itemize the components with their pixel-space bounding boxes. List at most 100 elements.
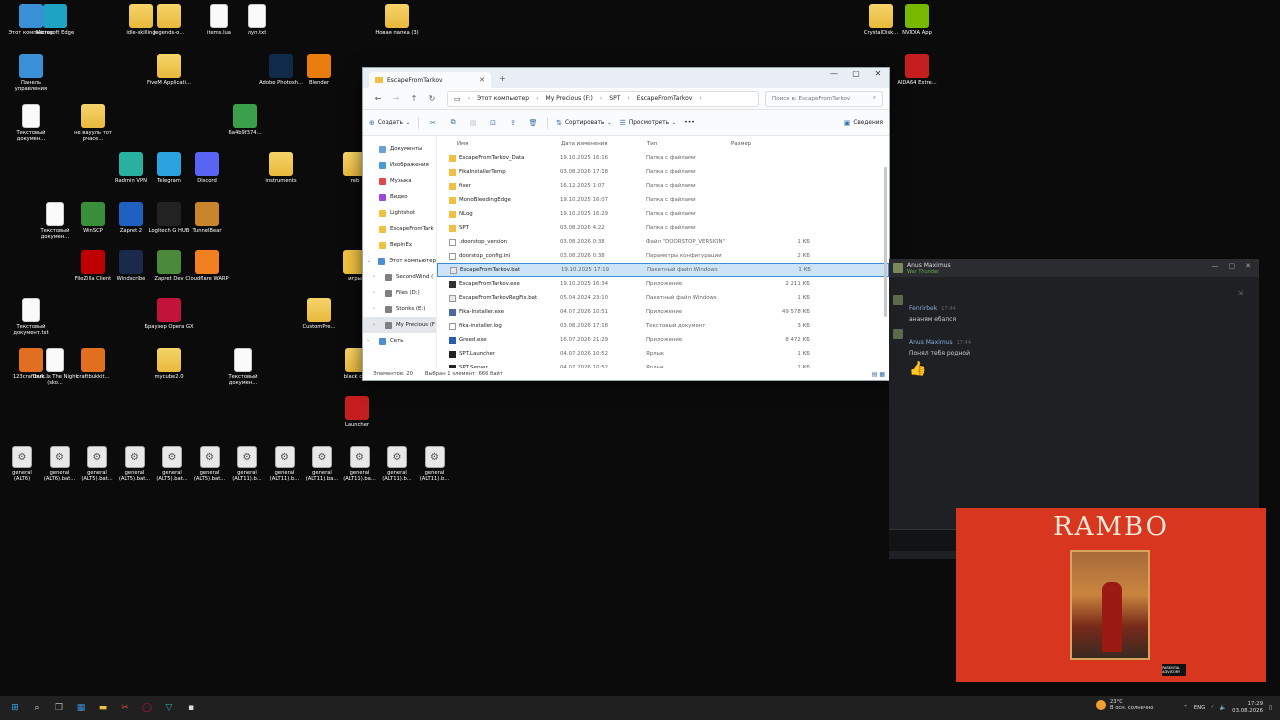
desktop-icon[interactable]: ⚙ general (ALT11).b... [379, 446, 415, 483]
desktop-icon[interactable]: 6a4b9f374... [218, 104, 272, 136]
snipping-icon[interactable]: ✂ [114, 698, 136, 718]
file-row[interactable]: FikaInstallerTemp 03.08.2026 17:18 Папка с… [437, 165, 889, 179]
share-icon[interactable]: ⇪ [507, 119, 519, 127]
column-name[interactable]: Имя [457, 141, 561, 147]
create-button[interactable]: ⊕ Создать ⌄ [369, 119, 410, 127]
desktop-icon[interactable]: CustomPre... [292, 298, 346, 330]
spt-icon[interactable]: ▪ [180, 698, 202, 718]
message-author[interactable]: Fenrirbek [909, 305, 937, 312]
sidebar-item[interactable]: Изображения [363, 157, 436, 173]
desktop-icon[interactable]: Cloudflare WARP [180, 250, 234, 282]
rename-icon[interactable]: ⊡ [487, 119, 499, 127]
desktop-icon[interactable]: Браузер Opera GX [142, 298, 196, 330]
desktop-icon[interactable]: NVIDIA App [890, 4, 944, 36]
breadcrumb-item[interactable]: EscapeFromTarkov [637, 95, 693, 102]
file-row[interactable]: NLog 19.10.2025 16:29 Папка с файлами [437, 207, 889, 221]
minimize-button[interactable]: — [823, 68, 845, 82]
explorer-tab[interactable]: EscapeFromTarkov ✕ [369, 72, 491, 88]
forward-icon[interactable]: → [387, 94, 405, 103]
desktop-icon[interactable]: ⚙ general (ALT5).bat... [79, 446, 115, 483]
file-row[interactable]: MonoBleedingEdge 19.10.2025 16:07 Папка с … [437, 193, 889, 207]
desktop-icon[interactable]: FiveM Applicati... [142, 54, 196, 86]
column-size[interactable]: Размер [731, 141, 811, 147]
desktop-icon[interactable]: Текстовый докумен... [4, 104, 58, 143]
taskview-icon[interactable]: ❐ [48, 698, 70, 718]
desktop-icon[interactable]: mycube2.0 [142, 348, 196, 380]
language-indicator[interactable]: ENG [1194, 705, 1206, 711]
desktop-icon[interactable]: ⚙ general (ALT11).b... [267, 446, 303, 483]
desktop-icon[interactable]: craftbukkit... [66, 348, 120, 380]
sidebar-item[interactable]: BepInEx [363, 237, 436, 253]
minimize-button[interactable]: — [1212, 262, 1219, 270]
desktop-icon[interactable]: Панель управления [4, 54, 58, 93]
desktop-icon[interactable]: ⚙ general (ALT11).ba... [342, 446, 378, 483]
file-row[interactable]: Greed.exe 16.07.2026 21:29 Приложение 8 472… [437, 333, 889, 347]
opera-icon[interactable]: ◯ [136, 698, 158, 718]
widgets-icon[interactable]: ▦ [70, 698, 92, 718]
desktop-icon[interactable]: instruments [254, 152, 308, 184]
sidebar-item[interactable]: EscapeFromTark [363, 221, 436, 237]
column-type[interactable]: Тип [647, 141, 731, 147]
desktop-icon[interactable]: Launcher [330, 396, 384, 428]
start-icon[interactable]: ⊞ [4, 698, 26, 718]
up-icon[interactable]: ↑ [405, 94, 423, 103]
chevron-icon[interactable]: › [373, 306, 381, 312]
address-bar[interactable]: ▭ › Этот компьютер › My Precious (F:) › … [447, 90, 759, 107]
details-view-icon[interactable]: ▤ ▦ [872, 371, 885, 378]
paste-icon[interactable]: ▤ [467, 119, 479, 127]
weather-widget[interactable]: 23°C В осн. солнечно [1096, 699, 1153, 711]
close-button[interactable]: ✕ [867, 68, 889, 82]
file-row[interactable]: EscapeFromTarkov.exe 19.10.2025 16:34 Прил… [437, 277, 889, 291]
file-row[interactable]: EscapeFromTarkovRegFix.bat 05.04.2024 23:… [437, 291, 889, 305]
sidebar-item[interactable]: Музыка [363, 173, 436, 189]
volume-icon[interactable]: 🔈 [1219, 705, 1226, 711]
scrollbar[interactable] [884, 167, 887, 317]
desktop-icon[interactable]: ⚙ general (ALT11).ba... [304, 446, 340, 483]
file-row[interactable]: fika-installer.log 03.08.2026 17:18 Тексто… [437, 319, 889, 333]
search-input[interactable]: Поиск в: EscapeFromTarkov ⌕ [765, 90, 883, 107]
desktop-icon[interactable]: ⚙ general (ALT11).b... [229, 446, 265, 483]
breadcrumb-item[interactable]: My Precious (F:) [546, 95, 593, 102]
desktop-icon[interactable]: ⚙ general (ALT6) [4, 446, 40, 483]
message-author[interactable]: Anus Maximus [909, 339, 953, 346]
radmin-icon[interactable]: ▽ [158, 698, 180, 718]
tray-overflow-icon[interactable]: ⌃ [1183, 705, 1188, 711]
notifications-icon[interactable]: ▯ [1269, 705, 1272, 711]
copy-icon[interactable]: ⧉ [447, 118, 459, 127]
chevron-icon[interactable]: › [373, 322, 381, 328]
chevron-icon[interactable]: ⌄ [367, 258, 374, 264]
sidebar-item[interactable]: › My Precious (F [363, 317, 436, 333]
column-date[interactable]: Дата изменения [561, 141, 647, 147]
close-tab-icon[interactable]: ✕ [479, 76, 485, 84]
desktop-icon[interactable]: AIDA64 Extre... [890, 54, 944, 86]
desktop-icon[interactable]: Текстовый документ.txt [4, 298, 58, 337]
desktop-icon[interactable]: Discord [180, 152, 234, 184]
sidebar-item[interactable]: ⌄ Этот компьютер [363, 253, 436, 269]
desktop-icon[interactable]: ⚙ general (ALT5).bat... [192, 446, 228, 483]
file-row[interactable]: EscapeFromTarkov_Data 19.10.2025 16:16 Пап… [437, 151, 889, 165]
refresh-icon[interactable]: ↻ [423, 94, 441, 103]
explorer-icon[interactable]: ▬ [92, 698, 114, 718]
sidebar-item[interactable]: Lightshot [363, 205, 436, 221]
desktop-icon[interactable]: ⚙ general (ALT11).b... [417, 446, 453, 483]
file-row[interactable]: SPT 03.08.2026 4:22 Папка с файлами [437, 221, 889, 235]
cut-icon[interactable]: ✂ [427, 119, 439, 127]
breadcrumb-item[interactable]: Этот компьютер [477, 95, 529, 102]
file-row[interactable]: Fika-Installer.exe 04.07.2026 10:51 Прилож… [437, 305, 889, 319]
breadcrumb-item[interactable]: SPT [609, 95, 620, 102]
search-icon[interactable]: ⌕ [26, 698, 48, 718]
file-row[interactable]: EscapeFromTarkov.bat 19.10.2025 17:19 Паке… [437, 263, 889, 277]
delete-icon[interactable]: 🗑 [527, 119, 539, 127]
maximize-button[interactable]: ▢ [845, 68, 867, 82]
file-row[interactable]: doorstop_config.ini 03.08.2026 0:38 Параме… [437, 249, 889, 263]
desktop-icon[interactable]: TunnelBear [180, 202, 234, 234]
sidebar-item[interactable]: › Stonks (E:) [363, 301, 436, 317]
desktop-icon[interactable]: Microsoft Edge [28, 4, 82, 36]
sidebar-item[interactable]: › Files (D:) [363, 285, 436, 301]
file-row[interactable]: .doorstop_version 03.08.2026 0:38 Файл "DO… [437, 235, 889, 249]
chevron-icon[interactable]: › [367, 338, 375, 344]
desktop-icon[interactable]: луп.txt [230, 4, 284, 36]
desktop-icon[interactable]: ⚙ general (ALT5).bat... [154, 446, 190, 483]
sidebar-item[interactable]: › SecondWind ( [363, 269, 436, 285]
desktop-icon[interactable]: Blender [292, 54, 346, 86]
